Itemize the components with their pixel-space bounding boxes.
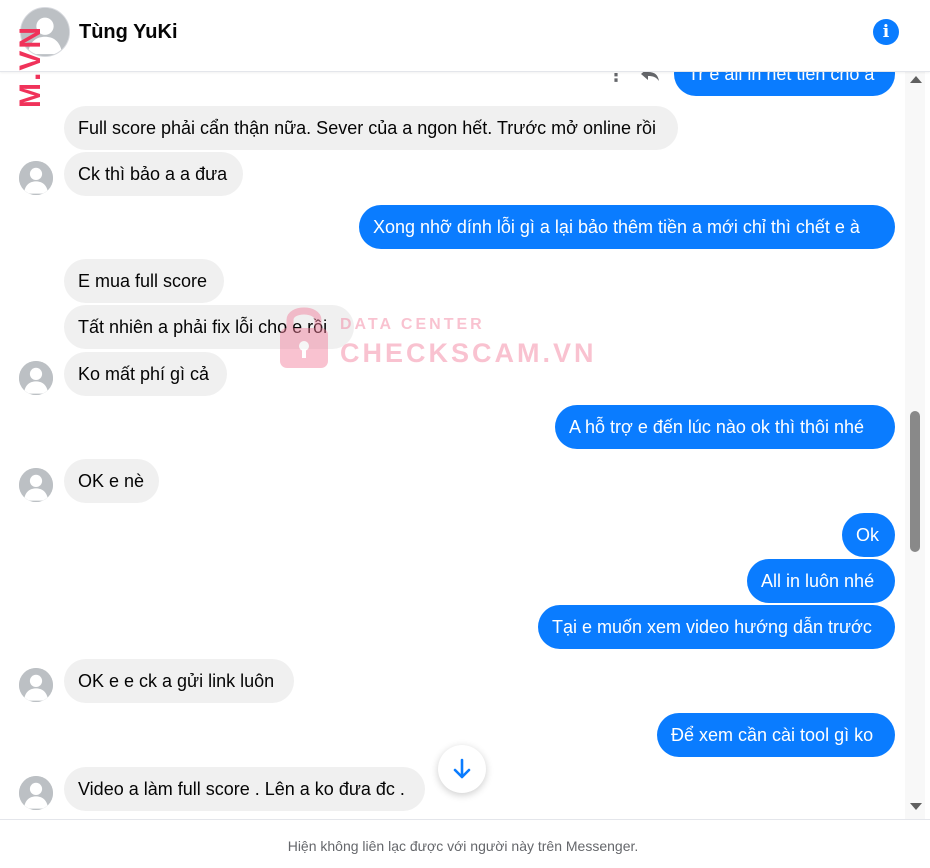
message-bubble-outgoing[interactable]: Xong nhỡ dính lỗi gì a lại bảo thêm tiền… — [359, 205, 895, 249]
default-avatar-icon — [19, 668, 53, 702]
message-thread[interactable]: ⋮ Tr e all in hết tiền cho a Full score … — [0, 72, 905, 819]
info-icon[interactable]: i — [873, 19, 899, 45]
message-bubble-outgoing[interactable]: Tr e all in hết tiền cho a — [674, 72, 895, 96]
scroll-down-arrow-icon[interactable] — [910, 803, 922, 810]
default-avatar-icon — [19, 468, 53, 502]
vertical-scrollbar[interactable] — [905, 72, 925, 819]
unavailable-notice: Hiện không liên lạc được với người này t… — [287, 838, 639, 854]
message-bubble-outgoing[interactable]: All in luôn nhé — [747, 559, 895, 603]
message-bubble-incoming[interactable]: Ck thì bảo a a đưa — [64, 152, 243, 196]
message-bubble-incoming[interactable]: E mua full score — [64, 259, 224, 303]
message-bubble-incoming[interactable]: Ko mất phí gì cả — [64, 352, 227, 396]
conversation-header: Tùng YuKi i — [0, 0, 930, 72]
message-bubble-outgoing[interactable]: Tại e muốn xem video hướng dẫn trước — [538, 605, 895, 649]
composer-disabled-footer: Hiện không liên lạc được với người này t… — [0, 819, 930, 868]
default-avatar-icon — [19, 361, 53, 395]
sender-avatar[interactable] — [19, 468, 53, 502]
arrow-down-icon — [453, 758, 471, 779]
sender-avatar[interactable] — [19, 776, 53, 810]
message-bubble-outgoing[interactable]: A hỗ trợ e đến lúc nào ok thì thôi nhé — [555, 405, 895, 449]
message-bubble-incoming[interactable]: Tất nhiên a phải fix lỗi cho e rồi — [64, 305, 354, 349]
more-options-icon[interactable]: ⋮ — [607, 72, 625, 86]
message-bubble-incoming[interactable]: OK e nè — [64, 459, 159, 503]
scroll-to-bottom-button[interactable] — [438, 745, 486, 793]
message-bubble-incoming[interactable]: OK e e ck a gửi link luôn — [64, 659, 294, 703]
scrollbar-thumb[interactable] — [910, 411, 920, 552]
scroll-up-arrow-icon[interactable] — [910, 76, 922, 83]
sender-avatar[interactable] — [19, 361, 53, 395]
sender-avatar[interactable] — [19, 668, 53, 702]
message-bubble-outgoing[interactable]: Để xem cần cài tool gì ko — [657, 713, 895, 757]
reply-icon[interactable] — [638, 72, 662, 86]
message-bubble-incoming[interactable]: Video a làm full score . Lên a ko đưa đc… — [64, 767, 425, 811]
contact-name[interactable]: Tùng YuKi — [79, 21, 178, 44]
sender-avatar[interactable] — [19, 161, 53, 195]
default-avatar-icon — [19, 776, 53, 810]
default-avatar-icon — [19, 161, 53, 195]
message-bubble-outgoing[interactable]: Ok — [842, 513, 895, 557]
brand-watermark: M.VN — [14, 25, 47, 108]
message-bubble-incoming[interactable]: Full score phải cẩn thận nữa. Sever của … — [64, 106, 678, 150]
